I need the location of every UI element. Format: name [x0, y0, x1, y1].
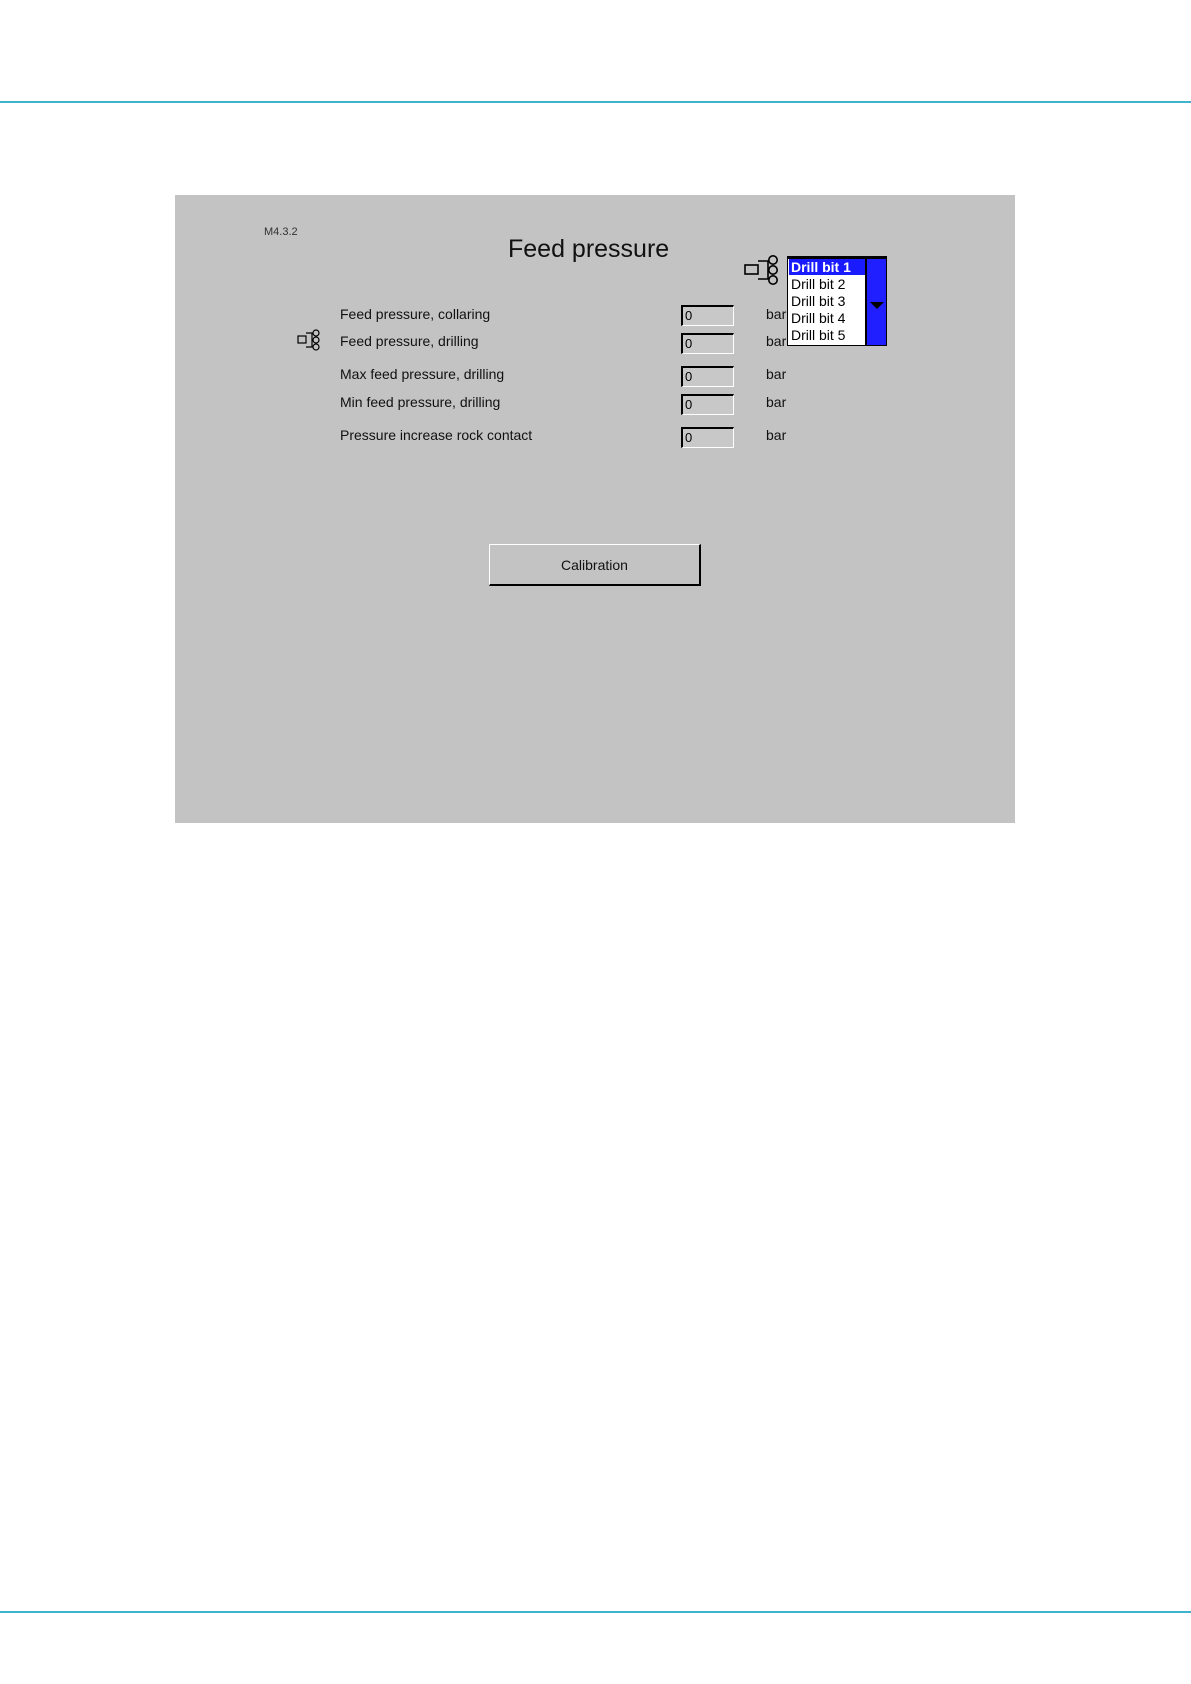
- feed-pressure-screen: M4.3.2 Feed pressure Drill bit 1 Drill b…: [175, 195, 1015, 823]
- unit-feed-pressure-collaring: bar: [766, 306, 787, 322]
- list-item-drill-bit-4[interactable]: Drill bit 4: [789, 310, 866, 326]
- list-item-drill-bit-3[interactable]: Drill bit 3: [789, 293, 866, 309]
- screen-id: M4.3.2: [264, 226, 298, 238]
- list-item-drill-bit-2[interactable]: Drill bit 2: [789, 276, 866, 292]
- page-header-rule: [0, 101, 1191, 103]
- unit-feed-pressure-drilling: bar: [766, 333, 787, 349]
- feed-pressure-drilling-field[interactable]: 0: [681, 333, 734, 354]
- listbox-scrollbar[interactable]: [865, 259, 886, 345]
- label-min-feed-pressure-drilling: Min feed pressure, drilling: [340, 394, 501, 410]
- page-title: Feed pressure: [508, 235, 670, 263]
- unit-max-feed-pressure-drilling: bar: [766, 366, 787, 382]
- unit-pressure-increase-rock-contact: bar: [766, 427, 787, 443]
- drill-bit-listbox[interactable]: Drill bit 1 Drill bit 2 Drill bit 3 Dril…: [787, 256, 887, 346]
- list-item-drill-bit-5[interactable]: Drill bit 5: [789, 327, 866, 343]
- label-max-feed-pressure-drilling: Max feed pressure, drilling: [340, 366, 505, 382]
- pressure-increase-rock-contact-field[interactable]: 0: [681, 427, 734, 448]
- page-footer-rule: [0, 1611, 1191, 1613]
- label-feed-pressure-collaring: Feed pressure, collaring: [340, 306, 491, 322]
- label-feed-pressure-drilling: Feed pressure, drilling: [340, 333, 479, 349]
- drill-bit-icon: [744, 255, 784, 285]
- unit-min-feed-pressure-drilling: bar: [766, 394, 787, 410]
- calibration-button[interactable]: Calibration: [489, 544, 701, 586]
- triangle-down-icon[interactable]: [870, 297, 884, 315]
- drill-bit-icon: [297, 329, 323, 351]
- min-feed-pressure-drilling-field[interactable]: 0: [681, 394, 734, 415]
- list-item-drill-bit-1[interactable]: Drill bit 1: [789, 259, 866, 275]
- label-pressure-increase-rock-contact: Pressure increase rock contact: [340, 427, 533, 443]
- max-feed-pressure-drilling-field[interactable]: 0: [681, 366, 734, 387]
- feed-pressure-collaring-field[interactable]: 0: [681, 305, 734, 326]
